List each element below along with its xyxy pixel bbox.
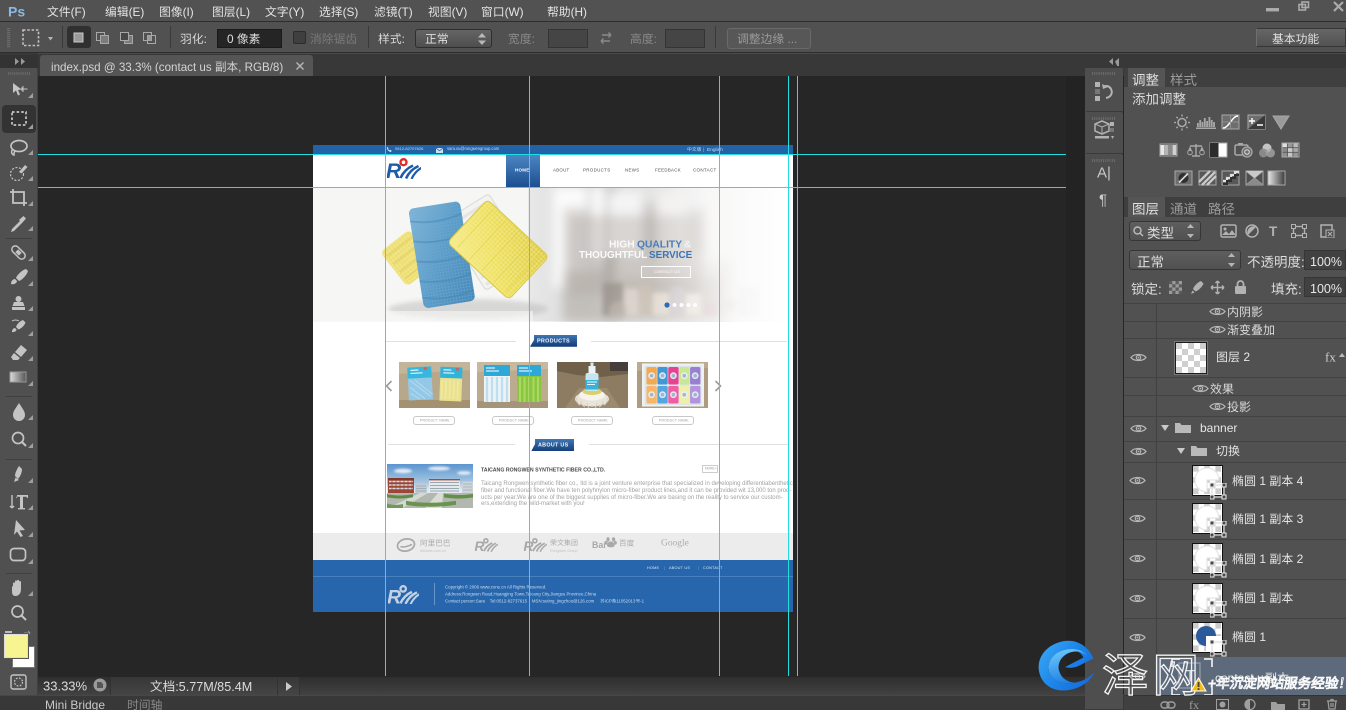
svg-text:0512-82707626: 0512-82707626 [395, 146, 424, 151]
svg-text:Copyright © 2006 www.zone.cn A: Copyright © 2006 www.zone.cn All Rights … [445, 584, 546, 589]
svg-text:SERVICE: SERVICE [649, 250, 693, 261]
svg-text:PRODUCTS: PRODUCTS [537, 339, 570, 345]
svg-text:FEEDBACK: FEEDBACK [655, 168, 681, 173]
svg-text:A|: A| [1097, 164, 1111, 181]
svg-text:HOME: HOME [515, 168, 529, 173]
svg-text::: : [532, 32, 535, 46]
svg-text:CONTACT: CONTACT [693, 168, 717, 173]
svg-text:¶: ¶ [1099, 191, 1107, 208]
svg-text:(I): (I) [183, 5, 194, 19]
svg-text:100%: 100% [1310, 254, 1342, 268]
svg-text:(V): (V) [452, 5, 468, 19]
svg-text:ABOUT: ABOUT [553, 168, 570, 173]
svg-text:|: | [703, 147, 704, 153]
svg-text:Address:Rongwen Road,Huangjing: Address:Rongwen Road,Huangjing Town,Taic… [445, 591, 597, 596]
svg-text:sara.xu@rongwengroup.com: sara.xu@rongwengroup.com [447, 146, 500, 151]
svg-text::5.77M/85.4M: :5.77M/85.4M [175, 679, 252, 693]
svg-text:R: R [388, 587, 401, 604]
svg-text:|: | [664, 566, 665, 570]
svg-text:Contact person:Sara Tel:051: Contact person:Sara Tel:0512-82737615 MS… [445, 598, 599, 603]
svg-text:TAICANG RONGWEN SYNTHETIC FIBE: TAICANG RONGWEN SYNTHETIC FIBER CO.,LTD. [481, 468, 606, 474]
svg-text:PRODUCT NAME: PRODUCT NAME [659, 418, 689, 422]
svg-text:-1: -1 [640, 598, 644, 603]
svg-text:ABOUT US: ABOUT US [538, 443, 569, 449]
svg-text:(Y): (Y) [289, 5, 305, 19]
svg-text::: : [654, 32, 657, 46]
svg-text:(T): (T) [398, 5, 413, 19]
svg-text:ABOUT US: ABOUT US [669, 566, 690, 570]
svg-text:banner: banner [1200, 421, 1237, 435]
svg-text:1: 1 [1256, 631, 1266, 645]
svg-text::: : [204, 32, 207, 46]
svg-text:ers,extending the wild-market: ers,extending the wild-market with you! [481, 501, 585, 507]
svg-text::: : [1158, 282, 1162, 297]
svg-text:33.33%: 33.33% [43, 678, 88, 693]
svg-text:1: 1 [1256, 552, 1269, 566]
svg-text:2: 2 [1293, 552, 1303, 566]
svg-text:Mini Bridge: Mini Bridge [45, 698, 105, 710]
svg-text:MORE+: MORE+ [705, 467, 717, 471]
svg-text:1: 1 [1256, 512, 1269, 526]
svg-text:4: 4 [1293, 474, 1303, 488]
svg-text:(S): (S) [343, 5, 359, 19]
svg-text:Ps: Ps [8, 3, 25, 19]
svg-text::: : [402, 32, 405, 46]
svg-text:(F): (F) [71, 5, 86, 19]
svg-text:HOME: HOME [647, 566, 660, 570]
svg-text:NEWS: NEWS [625, 168, 639, 173]
svg-text:...: ... [784, 32, 797, 46]
svg-text:2: 2 [1240, 350, 1250, 364]
svg-text:R: R [475, 538, 484, 552]
svg-text:3: 3 [1293, 512, 1303, 526]
svg-text:(E): (E) [129, 5, 145, 19]
svg-text:T: T [1269, 224, 1278, 239]
svg-text:PRODUCT NAME: PRODUCT NAME [420, 418, 450, 422]
svg-text:CONTACT US: CONTACT US [654, 269, 680, 273]
svg-text::: : [1298, 282, 1302, 297]
svg-text:ICP: ICP [605, 598, 612, 603]
svg-text:(W): (W) [505, 5, 524, 19]
svg-text:100%: 100% [1310, 281, 1342, 295]
svg-text:Alibaba.com.cn: Alibaba.com.cn [420, 549, 446, 553]
svg-text:11052013: 11052013 [616, 598, 636, 603]
svg-text:PRODUCT NAME: PRODUCT NAME [578, 418, 608, 422]
svg-text:, RGB/8): , RGB/8) [238, 60, 283, 73]
svg-text:PRODUCT NAME: PRODUCT NAME [499, 418, 529, 422]
svg-text:(H): (H) [571, 5, 587, 19]
svg-text:1: 1 [1256, 474, 1269, 488]
svg-text:+: + [1207, 675, 1217, 690]
svg-text:0: 0 [227, 32, 237, 46]
svg-text:PRODUCTS: PRODUCTS [583, 168, 610, 173]
svg-text:fx: fx [1325, 349, 1336, 364]
svg-text:|: | [698, 566, 699, 570]
svg-text:1: 1 [1256, 591, 1269, 605]
svg-text:index.psd @ 33.3% (contact us: index.psd @ 33.3% (contact us [51, 60, 215, 73]
svg-text:Rongwen Group: Rongwen Group [550, 548, 578, 552]
svg-text:Google: Google [661, 539, 689, 549]
svg-text:(L): (L) [236, 5, 250, 19]
svg-text:THOUGHTFUL: THOUGHTFUL [579, 250, 650, 261]
